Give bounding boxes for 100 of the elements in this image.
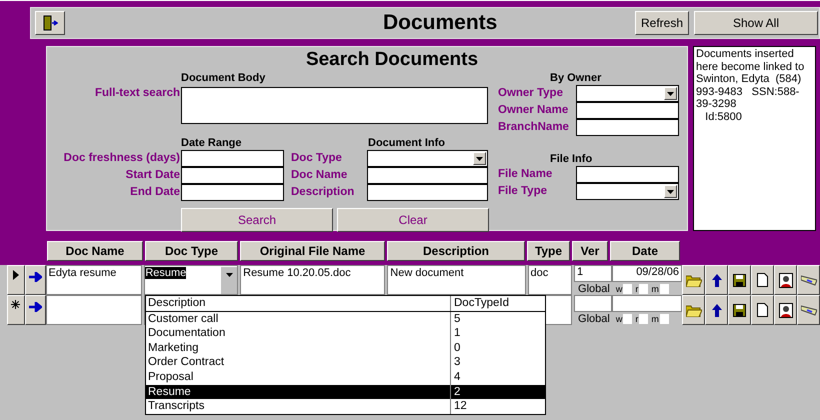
full-text-field[interactable] [181, 87, 488, 124]
folder-button[interactable] [682, 265, 706, 295]
folder-button[interactable] [682, 295, 706, 325]
global-label: Global [578, 312, 610, 324]
field-label: File Type [498, 184, 548, 199]
column-header[interactable]: Description [387, 241, 525, 261]
floppy-icon [733, 274, 746, 286]
contact-button[interactable] [774, 265, 798, 295]
column-header[interactable]: Doc Name [47, 241, 143, 261]
selected-text: Resume [145, 267, 186, 279]
upload-button[interactable] [705, 265, 728, 295]
column-header[interactable]: Original File Name [240, 241, 385, 261]
toolbar-button[interactable]: Refresh [635, 11, 689, 35]
field-label: Description [291, 185, 356, 200]
field-label: Doc Name [291, 168, 348, 183]
section-heading: Date Range [181, 136, 243, 150]
page-icon [757, 303, 768, 317]
list-column-header: DocTypeId [453, 296, 509, 311]
arrow-icon [28, 272, 42, 282]
field-label: Doc Type [291, 151, 343, 166]
open-record-button[interactable] [24, 265, 46, 295]
column-header[interactable]: Type [527, 241, 570, 261]
input-field[interactable] [576, 119, 679, 136]
column-header[interactable]: Doc Type [145, 241, 238, 261]
input-field[interactable] [576, 102, 679, 119]
ruler-button[interactable] [797, 295, 820, 325]
input-field[interactable] [367, 184, 488, 201]
list-option[interactable]: Order Contract 3 [146, 355, 545, 370]
ruler-button[interactable] [797, 265, 820, 295]
input-field[interactable] [367, 167, 488, 184]
ruler-icon [800, 304, 817, 316]
field-label: Owner Type [498, 86, 564, 101]
floppy-icon [733, 304, 746, 316]
global-label: Global [578, 282, 610, 294]
flag-label: w [616, 284, 622, 294]
field-label: End Date [129, 185, 181, 200]
current-row-icon [12, 270, 19, 280]
window-title: Documents [383, 11, 498, 35]
combo-box[interactable] [576, 183, 679, 200]
flag-label: m [651, 284, 659, 294]
section-heading: Document Info [368, 136, 446, 150]
panel-title: Search Documents [304, 49, 480, 71]
table-cell: Resume 10.20.05.doc [240, 265, 386, 295]
row-selector[interactable] [7, 265, 25, 295]
folder-icon [686, 304, 702, 316]
list-option[interactable]: Transcripts 12 [146, 399, 545, 414]
table-cell: 1 [574, 265, 612, 282]
combo-box[interactable] [367, 150, 488, 167]
contact-button[interactable] [774, 295, 798, 325]
flag-label: m [651, 314, 659, 324]
list-option[interactable]: Marketing 0 [146, 340, 545, 356]
combo-box[interactable] [576, 85, 679, 102]
field-label: File Name [498, 167, 554, 182]
checkbox[interactable] [639, 284, 648, 294]
section-heading: By Owner [550, 71, 602, 85]
info-note: Documents inserted here become linked to Swinton, Edyta (584) 993-9483 SSN:588-39-3298 Id:5800 [693, 46, 816, 231]
upload-button[interactable] [705, 295, 728, 325]
table-cell: doc [528, 265, 572, 295]
new-page-button[interactable] [751, 295, 774, 325]
table-cell [612, 295, 682, 312]
column-header[interactable]: Ver [572, 241, 608, 261]
new-record-icon [11, 300, 20, 309]
list-option[interactable]: Documentation 1 [146, 326, 545, 341]
new-page-button[interactable] [751, 265, 774, 295]
flag-label: r [635, 284, 638, 294]
up-arrow-icon [712, 274, 722, 286]
column-header[interactable]: Date [610, 241, 680, 261]
checkbox[interactable] [639, 314, 648, 324]
page-icon [757, 273, 768, 287]
open-record-button[interactable] [24, 295, 46, 325]
list-option[interactable]: Customer call 5 [146, 312, 545, 326]
section-heading: Document Body [181, 71, 266, 85]
checkbox[interactable] [623, 284, 632, 294]
table-cell: New document [387, 265, 526, 295]
form-button[interactable]: Clear [337, 208, 489, 232]
exit-button[interactable] [35, 11, 65, 35]
save-button[interactable] [728, 295, 752, 325]
input-field[interactable] [576, 166, 679, 183]
input-field[interactable] [181, 150, 284, 167]
checkbox[interactable] [660, 284, 669, 294]
doc-type-combo[interactable]: Resume [144, 265, 238, 295]
field-label: Start Date [124, 168, 181, 183]
checkbox[interactable] [660, 314, 669, 324]
flag-label: r [635, 314, 638, 324]
toolbar-button[interactable]: Show All [694, 11, 818, 35]
form-button[interactable]: Search [181, 208, 333, 232]
person-card-icon [778, 272, 793, 288]
checkbox[interactable] [623, 314, 632, 324]
row-selector[interactable] [7, 295, 25, 325]
save-button[interactable] [728, 265, 752, 295]
input-field[interactable] [181, 184, 284, 201]
person-card-icon [778, 302, 793, 318]
list-option[interactable]: Resume 2 [146, 384, 545, 400]
flag-label: w [616, 314, 622, 324]
input-field[interactable] [181, 167, 284, 184]
ruler-icon [800, 274, 817, 286]
field-label: Full-text search [94, 86, 181, 101]
section-heading: File Info [550, 152, 594, 166]
up-arrow-icon [712, 304, 722, 316]
table-cell [574, 295, 612, 312]
